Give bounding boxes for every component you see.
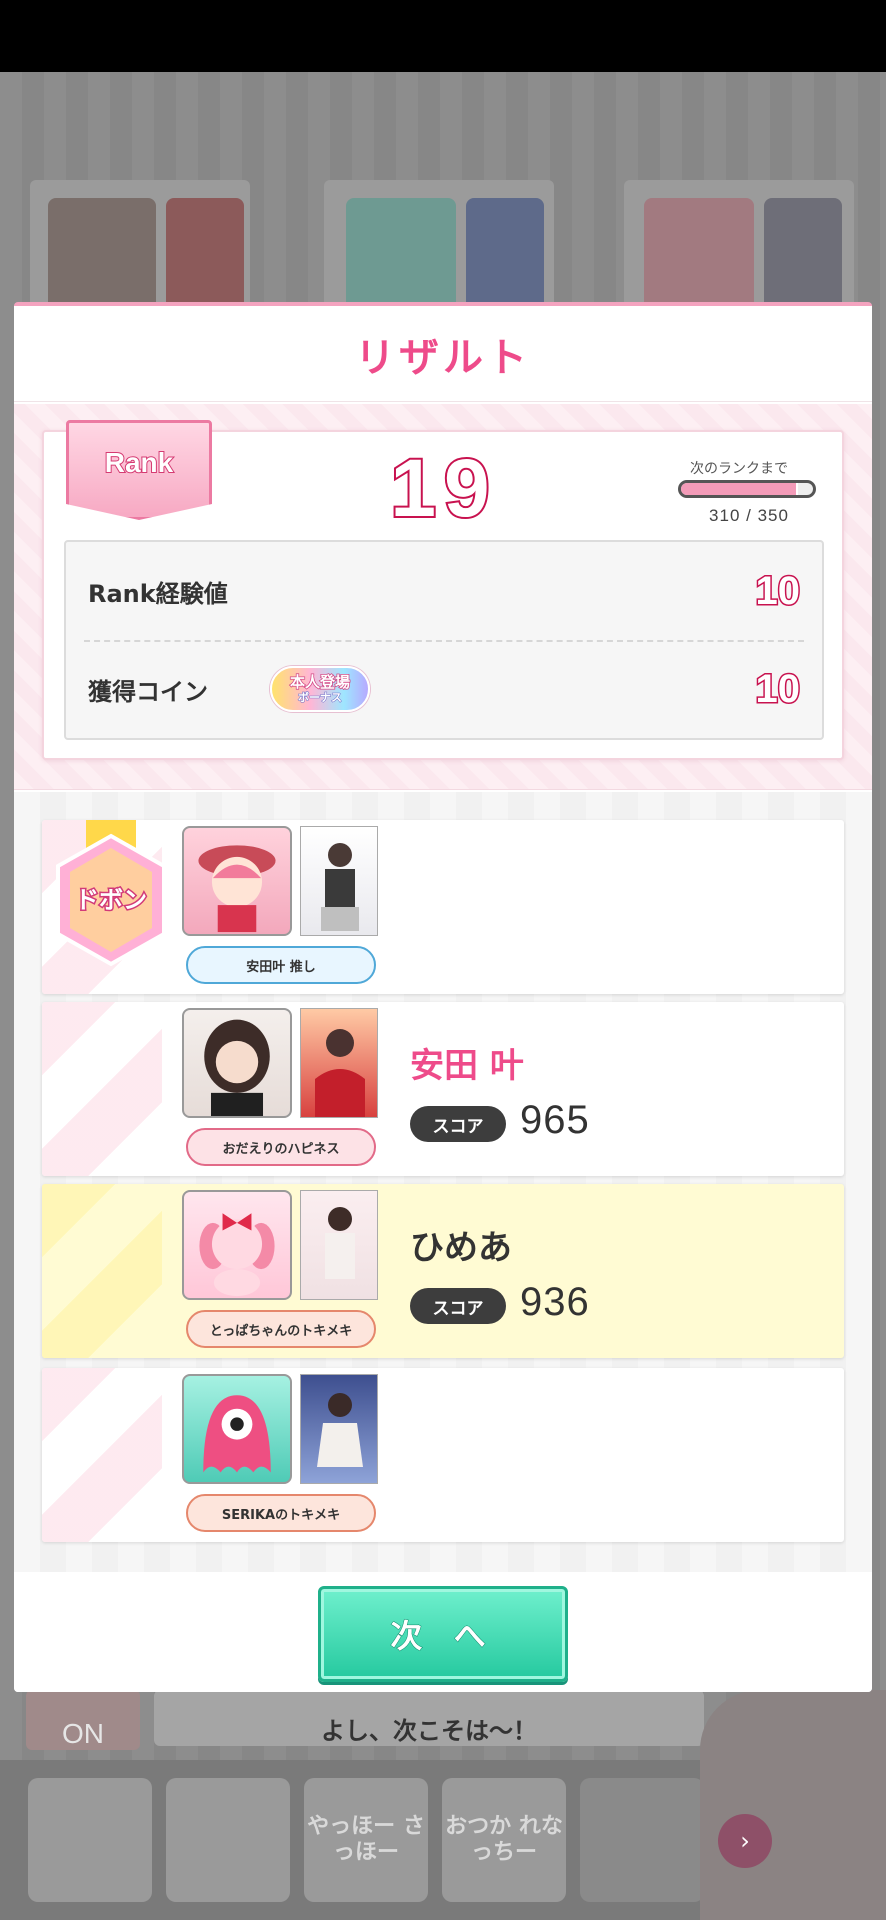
- score-value: 965: [520, 1098, 590, 1142]
- score-value: 936: [520, 1280, 590, 1324]
- bg-card-thumb: [166, 198, 244, 310]
- bonus-subtitle: ボーナス: [298, 691, 343, 704]
- score-label: スコア: [410, 1288, 506, 1324]
- player-photo: [204, 1019, 270, 1116]
- idol-card-thumbnail: [300, 826, 378, 936]
- idol-photo: [321, 843, 359, 931]
- player-name: ひめあ: [410, 1228, 512, 1268]
- player-card-self: とっぱちゃんのトキメキ ひめあ スコア 936: [42, 1184, 844, 1358]
- reward-row-coin: 獲得コイン 本人登場 ボーナス 10: [66, 640, 822, 738]
- stamp-2[interactable]: [166, 1778, 290, 1902]
- card-decoration: [42, 1002, 162, 1176]
- bg-player-card-1: [30, 180, 250, 310]
- self-appearance-bonus-badge: 本人登場 ボーナス: [270, 666, 370, 712]
- bg-card-thumb: [466, 198, 544, 310]
- idol-card-thumbnail: [300, 1190, 378, 1300]
- auto-toggle[interactable]: ON: [26, 1690, 140, 1750]
- card-decoration: [42, 1368, 162, 1542]
- rank-section: Rank 19 次のランクまで 310 / 350 Rank経験値 10 獲得コ…: [14, 404, 872, 790]
- reward-table: Rank経験値 10 獲得コイン 本人登場 ボーナス 10: [64, 540, 824, 740]
- rank-progress-bar: [678, 480, 816, 498]
- player-avatar: [182, 1008, 292, 1118]
- player-card: SERIKAのトキメキ: [42, 1368, 844, 1542]
- bg-card-thumb: [764, 198, 842, 310]
- bg-player-card-3: [624, 180, 854, 310]
- character-illustration: [198, 845, 276, 933]
- stamp-1[interactable]: [28, 1778, 152, 1902]
- chat-bubble: よし、次こそは～！: [154, 1690, 704, 1746]
- idol-card-thumbnail: [300, 1374, 378, 1484]
- idol-card-thumbnail: [300, 1008, 378, 1118]
- idol-portrait: [700, 1690, 886, 1920]
- character-illustration: [199, 1213, 275, 1297]
- modal-title: リザルト: [14, 306, 872, 402]
- rank-level: 19: [388, 441, 498, 536]
- rank-panel: Rank 19 次のランクまで 310 / 350 Rank経験値 10 獲得コ…: [42, 420, 844, 760]
- stamp-4[interactable]: おつか れなっちー: [442, 1778, 566, 1902]
- medal-label: ドボン: [75, 886, 147, 914]
- stamp-5[interactable]: [580, 1778, 704, 1902]
- rank-progress-fill: [681, 483, 798, 495]
- player-card: ドボン 安田叶 推し: [42, 820, 844, 994]
- idol-photo: [317, 1393, 363, 1467]
- reward-value: 10: [754, 665, 801, 712]
- result-modal: リザルト Rank 19 次のランクまで 310 / 350 Rank経験値 1…: [14, 302, 872, 1692]
- next-rank-label: 次のランクまで: [690, 461, 788, 477]
- monster-illustration: [203, 1395, 271, 1473]
- rank-badge: Rank: [66, 420, 212, 520]
- character-avatar: [182, 1190, 292, 1300]
- rank-badge-label: Rank: [104, 446, 174, 479]
- bg-avatar: [644, 198, 754, 310]
- bg-avatar: [346, 198, 456, 310]
- skill-tag: 安田叶 推し: [186, 946, 376, 984]
- skill-tag: おだえりのハピネス: [186, 1128, 376, 1166]
- player-name: 安田 叶: [410, 1046, 524, 1086]
- reward-label: Rank経験値: [88, 579, 228, 608]
- idol-photo: [325, 1207, 355, 1279]
- card-decoration: [42, 1184, 162, 1358]
- character-avatar: [182, 826, 292, 936]
- stamp-next-arrow-icon[interactable]: ›: [718, 1814, 772, 1868]
- stamp-3[interactable]: やっほー さっほー: [304, 1778, 428, 1902]
- reward-row-exp: Rank経験値 10: [66, 542, 822, 640]
- bg-player-card-2: [324, 180, 554, 310]
- character-avatar: [182, 1374, 292, 1484]
- results-list: ドボン 安田叶 推し おだえりのハピネス 安田 叶 スコア 965 とっぱちゃん…: [14, 792, 872, 1572]
- next-button[interactable]: 次 へ: [318, 1586, 568, 1682]
- reward-value: 10: [754, 567, 801, 614]
- dobon-medal-icon: ドボン: [56, 820, 166, 967]
- auto-toggle-label: ON: [62, 1718, 104, 1749]
- skill-tag: とっぱちゃんのトキメキ: [186, 1310, 376, 1348]
- idol-photo: [315, 1029, 365, 1117]
- status-bar: [0, 0, 886, 72]
- player-card: おだえりのハピネス 安田 叶 スコア 965: [42, 1002, 844, 1176]
- bg-avatar: [48, 198, 156, 310]
- bonus-title: 本人登場: [289, 673, 351, 691]
- chat-message: よし、次こそは～！: [321, 1716, 537, 1745]
- score-label: スコア: [410, 1106, 506, 1142]
- reward-label: 獲得コイン: [88, 677, 208, 706]
- rank-progress-text: 310 / 350: [709, 506, 789, 525]
- modal-footer: 次 へ: [14, 1572, 872, 1692]
- skill-tag: SERIKAのトキメキ: [186, 1494, 376, 1532]
